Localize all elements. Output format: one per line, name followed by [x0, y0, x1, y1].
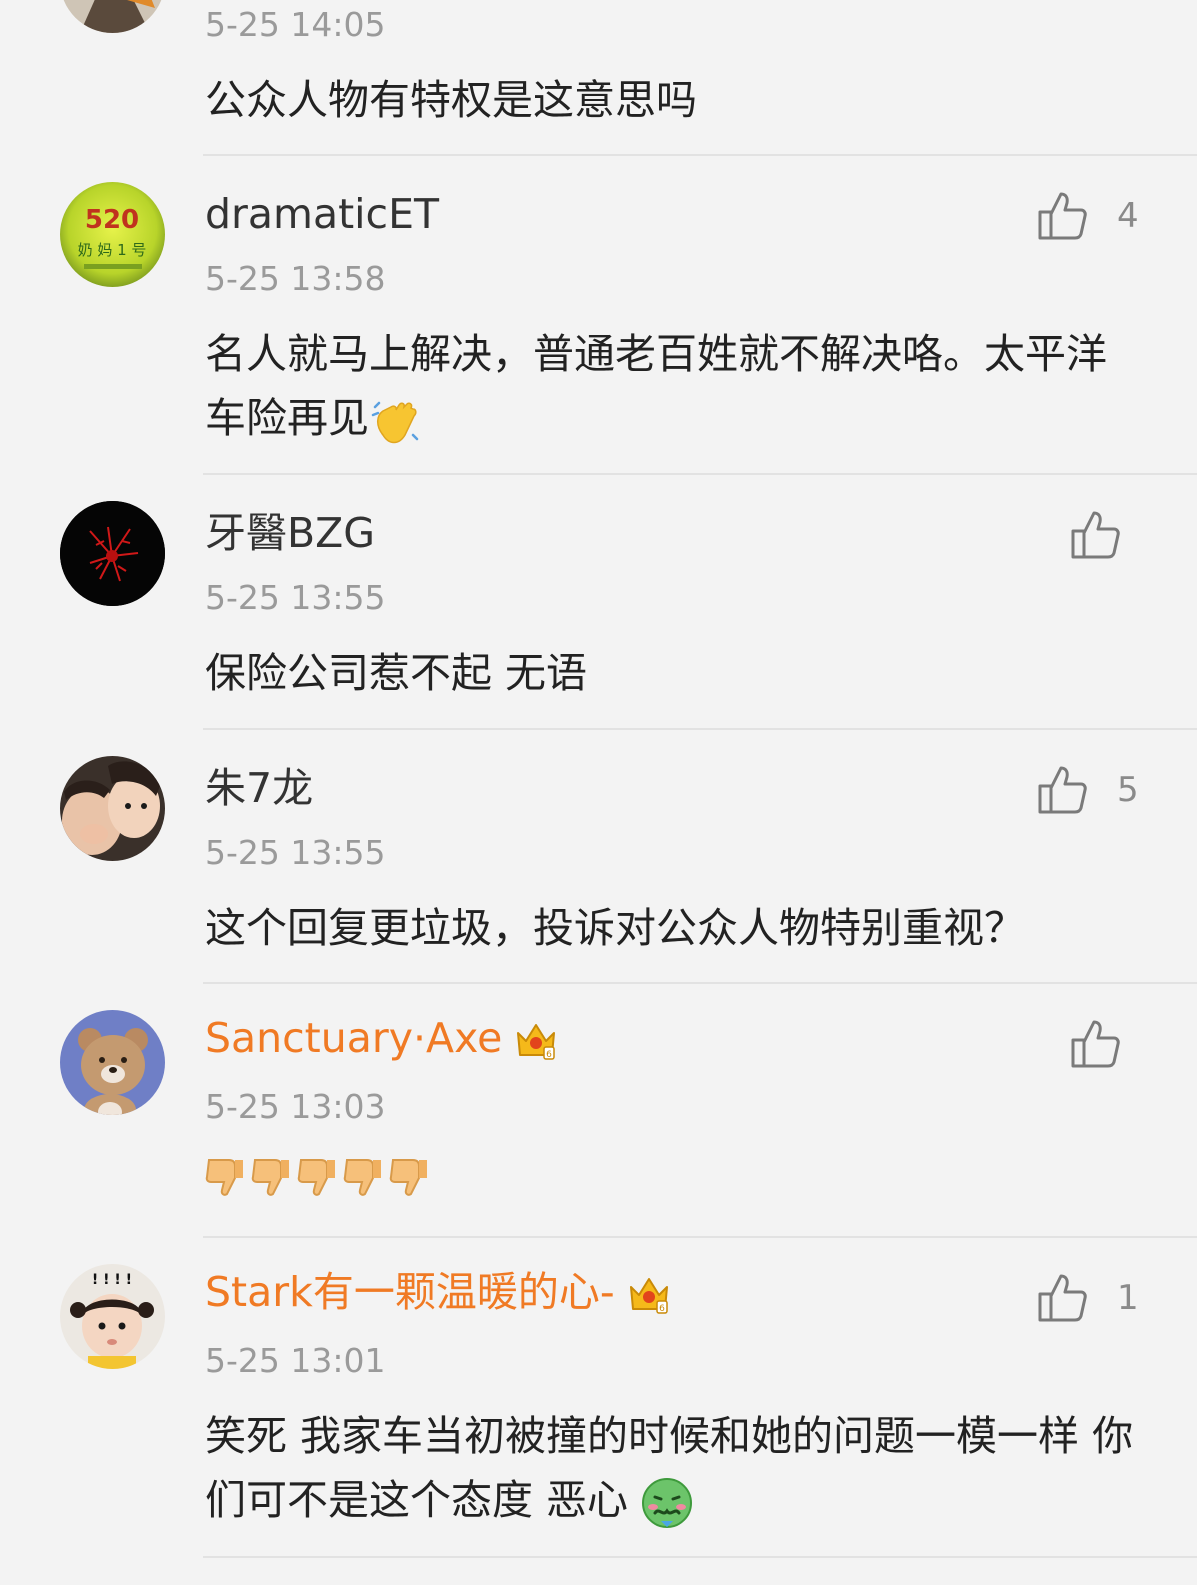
comment-text: [205, 1156, 1140, 1198]
like-count: 1: [1117, 1278, 1139, 1318]
thumbs-up-icon: [1038, 766, 1087, 814]
comment-username[interactable]: Sanctuary·Axe 6: [205, 1018, 558, 1063]
avatar-label: ! ! ! !: [92, 1272, 132, 1288]
avatar[interactable]: [60, 501, 165, 606]
divider: [203, 728, 1197, 730]
divider: [203, 1556, 1197, 1558]
comment-text: 保险公司惹不起 无语: [205, 649, 588, 697]
thumbs-down-icon: [297, 1159, 335, 1196]
avatar[interactable]: [60, 0, 165, 33]
divider: [203, 982, 1197, 984]
comment-text: 公众人物有特权是这意思吗: [205, 76, 697, 124]
comment-time: 5-25 14:05: [205, 5, 386, 44]
avatar[interactable]: [60, 756, 165, 861]
like-count: 4: [1117, 196, 1139, 236]
comment-time: 5-25 13:03: [205, 1087, 386, 1126]
comment-username[interactable]: 朱7龙: [205, 768, 313, 809]
waving-hand-icon: [371, 401, 419, 444]
like-button[interactable]: 1: [1037, 1272, 1139, 1324]
divider: [203, 154, 1197, 156]
nauseated-face-icon: [642, 1478, 693, 1528]
username-text: Sanctuary·Axe: [205, 1014, 503, 1062]
thumbs-down-icon: [251, 1159, 289, 1196]
comment-time: 5-25 13:58: [205, 259, 386, 298]
thumbs-down-icon: [343, 1159, 381, 1196]
comment-text: 名人就马上解决，普通老百姓就不解决咯。太平洋车险再见: [205, 322, 1140, 450]
thumbs-down-icon: [205, 1159, 243, 1196]
comment-text-content: 名人就马上解决，普通老百姓就不解决咯。太平洋车险再见: [205, 330, 1107, 442]
svg-text:6: 6: [659, 1304, 665, 1314]
comment-time: 5-25 13:55: [205, 833, 386, 872]
avatar-sublabel: 奶 妈 1 号: [78, 241, 147, 259]
vip-crown-icon: 6: [517, 1024, 556, 1060]
comment-time: 5-25 13:55: [205, 578, 386, 617]
comment-text: 笑死 我家车当初被撞的时候和她的问题一模一样 你们可不是这个态度 恶心: [205, 1404, 1140, 1532]
like-button[interactable]: 4: [1037, 190, 1139, 242]
avatar[interactable]: 520 奶 妈 1 号: [60, 182, 165, 287]
thumbs-up-icon: [1038, 192, 1087, 240]
thumbs-up-icon: [1038, 1274, 1087, 1322]
thumbs-up-icon: [1071, 511, 1120, 559]
like-button[interactable]: [1070, 1018, 1122, 1070]
like-button[interactable]: [1070, 509, 1122, 561]
divider: [203, 473, 1197, 475]
thumbs-down-icon: [389, 1159, 427, 1196]
like-button[interactable]: 5: [1037, 764, 1139, 816]
comment-username[interactable]: 牙醫BZG: [205, 513, 375, 554]
svg-text:6: 6: [546, 1050, 552, 1060]
comment-username[interactable]: dramaticET: [205, 194, 439, 235]
comment-time: 5-25 13:01: [205, 1341, 386, 1380]
thumbs-up-icon: [1071, 1020, 1120, 1068]
comment-text: 这个回复更垃圾，投诉对公众人物特别重视？: [205, 904, 1025, 952]
vip-crown-icon: 6: [629, 1278, 668, 1314]
like-count: 5: [1117, 770, 1139, 810]
comment-username[interactable]: Stark有一颗温暖的心- 6: [205, 1272, 671, 1317]
avatar[interactable]: ! ! ! !: [60, 1264, 165, 1369]
divider: [203, 1236, 1197, 1238]
avatar[interactable]: [60, 1010, 165, 1115]
username-text: Stark有一颗温暖的心-: [205, 1268, 615, 1316]
avatar-label: 520: [85, 205, 139, 235]
